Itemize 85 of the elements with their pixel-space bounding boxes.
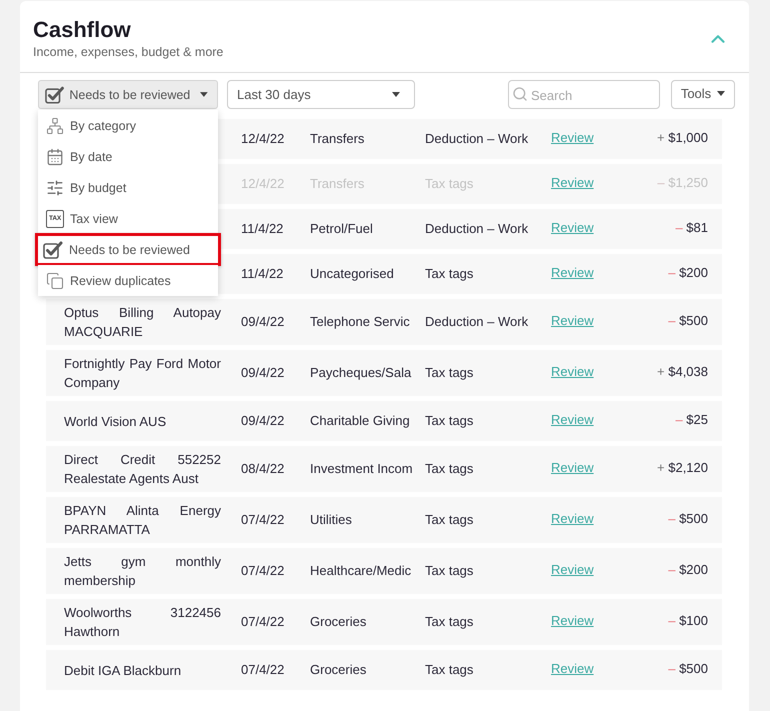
filter-dropdown[interactable]: Needs to be reviewed [38, 80, 218, 109]
tag-text: Tax tags [425, 562, 474, 580]
description-text: Woolworths 3122456 Hawthorn [64, 604, 221, 641]
tag-text: Tax tags [425, 613, 474, 631]
review-link[interactable]: Review [551, 312, 594, 330]
tag-text: Tax tags [425, 460, 474, 478]
date-text: 07/4/22 [241, 511, 284, 529]
caret-icon [200, 92, 208, 97]
tag-text: Deduction – Work [425, 130, 528, 148]
caret-icon [717, 91, 726, 96]
search-icon [512, 86, 528, 102]
category-text: Groceries [310, 613, 366, 631]
tools-button[interactable]: Tools [671, 80, 735, 109]
sliders-icon [46, 178, 64, 196]
menu-item[interactable]: By budget [38, 172, 218, 203]
description-text: Direct Credit 552252 Realestate Agents Aust [64, 451, 221, 488]
tag-text: Tax tags [425, 364, 474, 382]
date-text: 07/4/22 [241, 562, 284, 580]
tag-text: Tax tags [425, 511, 474, 529]
amount-text: – $500 [668, 312, 708, 330]
menu-item[interactable]: Needs to be reviewed [35, 233, 221, 266]
amount-text: + $1,000 [657, 128, 708, 146]
search-field[interactable]: Search [508, 80, 660, 109]
tag-text: Deduction – Work [425, 313, 528, 331]
menu-item[interactable]: By date [38, 141, 218, 172]
description-text: Optus Billing Autopay MACQUARIE [64, 304, 221, 341]
description-text: BPAYN Alinta Energy PARRAMATTA [64, 502, 221, 539]
category-text: Paycheques/Sala [310, 364, 412, 382]
tag-text: Tax tags [425, 265, 474, 283]
category-text: Uncategorised [310, 265, 394, 283]
amount-text: – $100 [668, 612, 708, 630]
review-link[interactable]: Review [551, 560, 594, 578]
date-text: 09/4/22 [241, 412, 284, 430]
review-link[interactable]: Review [551, 410, 594, 428]
category-text: Charitable Giving [310, 412, 410, 430]
review-link[interactable]: Review [551, 218, 594, 236]
review-link[interactable]: Review [551, 174, 594, 192]
card-subtitle: Income, expenses, budget & more [33, 44, 224, 60]
tag-text: Tax tags [425, 661, 474, 679]
date-text: 07/4/22 [241, 613, 284, 631]
category-text: Telephone Servic [310, 313, 410, 331]
amount-text: + $2,120 [657, 458, 708, 476]
calendar-icon [46, 148, 64, 166]
date-text: 11/4/22 [241, 220, 284, 238]
date-text: 08/4/22 [241, 460, 284, 478]
amount-text: – $200 [668, 560, 708, 578]
date-text: 12/4/22 [241, 130, 284, 148]
category-text: Investment Incom [310, 460, 413, 478]
review-link[interactable]: Review [551, 264, 594, 282]
date-text: 07/4/22 [241, 661, 284, 679]
date-text: 09/4/22 [241, 364, 284, 382]
hierarchy-icon [46, 116, 64, 134]
date-text: 11/4/22 [241, 265, 284, 283]
category-text: Healthcare/Medic [310, 562, 412, 580]
caret-icon [392, 92, 400, 97]
menu-item[interactable]: Review duplicates [38, 265, 218, 296]
amount-text: – $500 [668, 660, 708, 678]
description-text: Fortnightly Pay Ford Motor Company [64, 355, 221, 392]
category-text: Utilities [310, 511, 352, 529]
description-text: Debit IGA Blackburn [64, 662, 182, 680]
category-text: Petrol/Fuel [310, 220, 373, 238]
review-link[interactable]: Review [551, 128, 594, 146]
review-link[interactable]: Review [551, 362, 594, 380]
date-text: 09/4/22 [241, 313, 284, 331]
amount-text: – $200 [668, 264, 708, 282]
category-text: Transfers [310, 130, 364, 148]
description-text: World Vision AUS [64, 412, 168, 430]
description-text: Jetts gym monthly membership [64, 553, 221, 590]
category-text: Groceries [310, 661, 366, 679]
period-dropdown[interactable]: Last 30 days [227, 80, 415, 109]
menu-item[interactable]: By category [38, 110, 218, 141]
review-link[interactable]: Review [551, 510, 594, 528]
amount-text: + $4,038 [657, 362, 708, 380]
checkbox-icon [43, 240, 63, 258]
amount-text: – $25 [675, 410, 708, 428]
checkbox-icon [45, 86, 64, 104]
review-link[interactable]: Review [551, 612, 594, 630]
copy-icon [46, 272, 64, 290]
tag-text: Tax tags [425, 412, 474, 430]
amount-text: – $81 [675, 218, 708, 236]
tag-text: Deduction – Work [425, 220, 528, 238]
review-link[interactable]: Review [551, 660, 594, 678]
review-link[interactable]: Review [551, 458, 594, 476]
amount-text: – $500 [668, 510, 708, 528]
card-title: Cashflow [33, 16, 131, 42]
